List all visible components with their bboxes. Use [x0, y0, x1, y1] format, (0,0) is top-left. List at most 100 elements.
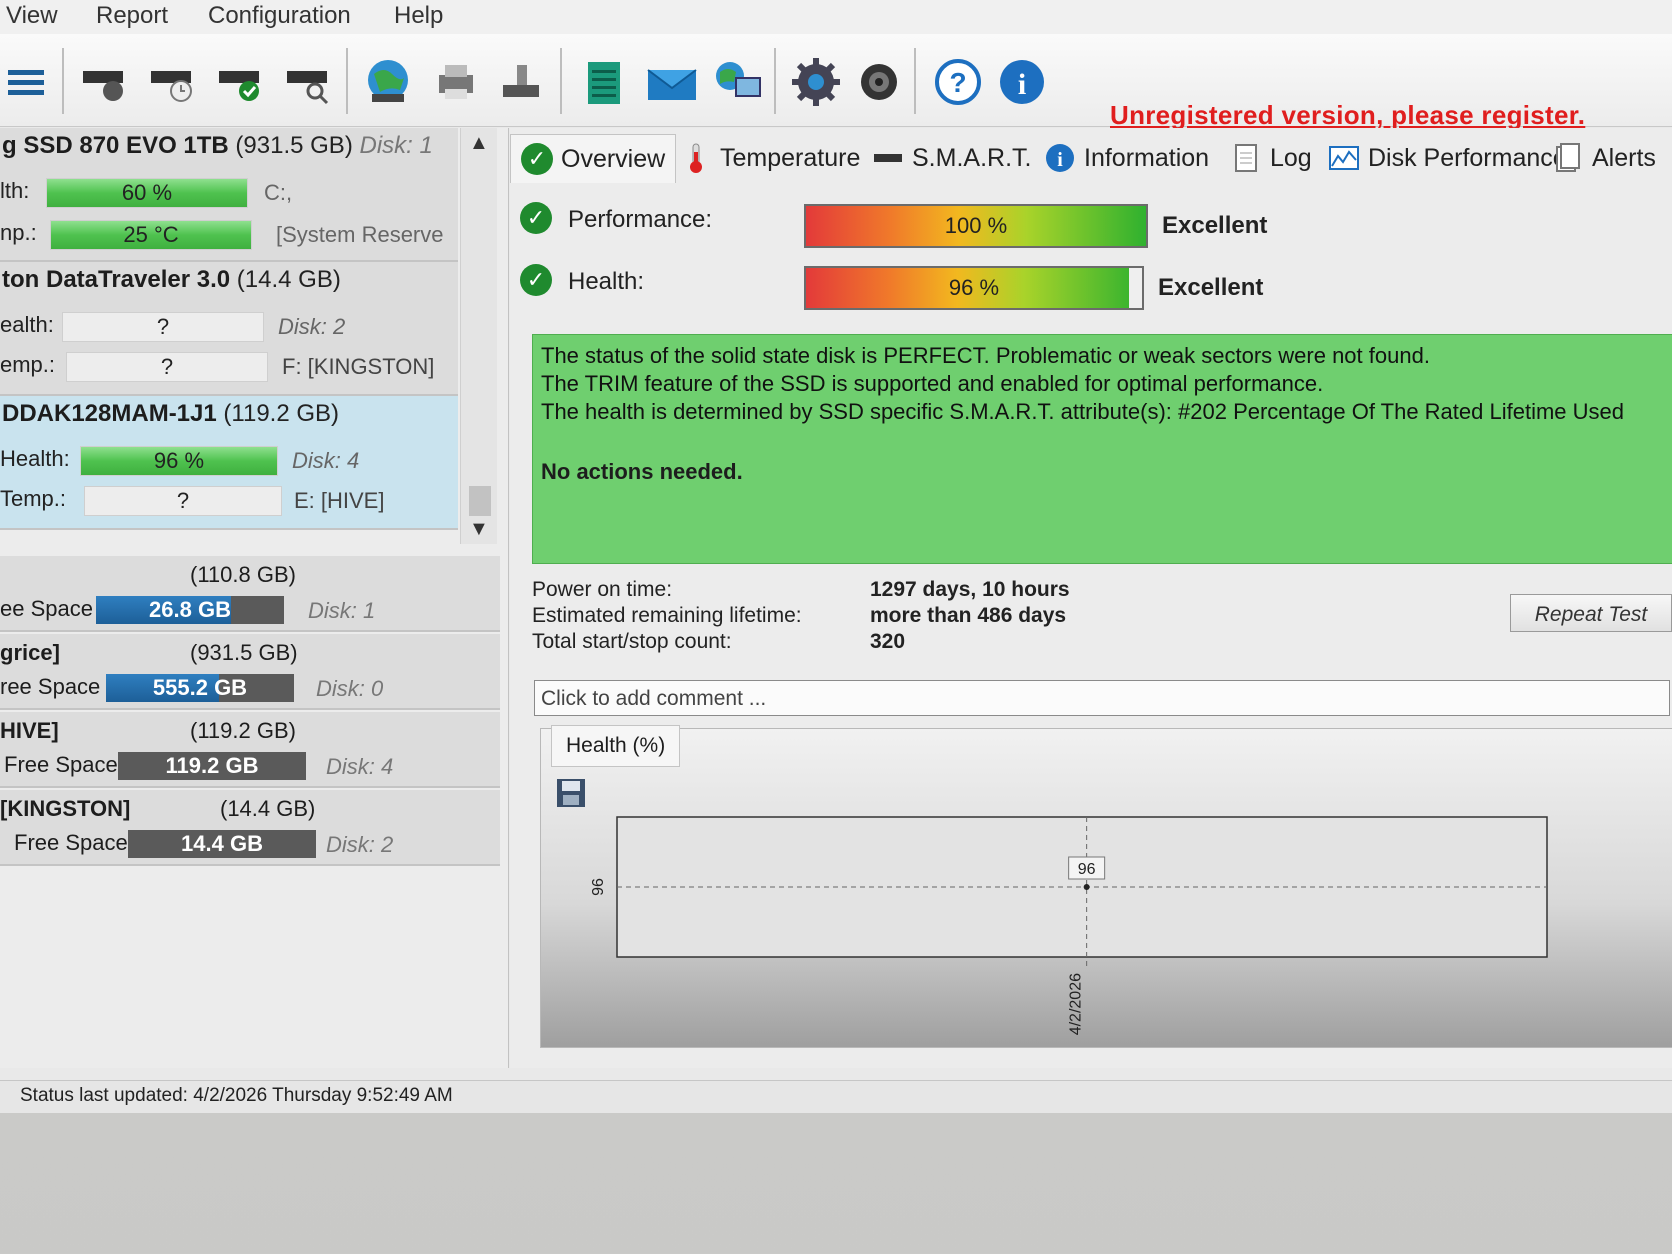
scroll-up-icon[interactable]: ▲ — [469, 132, 489, 155]
chart-data-label: 96 — [1078, 861, 1096, 878]
health-chart: 96 4/2/2026 96 — [590, 816, 1548, 1035]
tab-disk-performance[interactable]: Disk Performance — [1328, 134, 1567, 182]
disk-card[interactable]: ton DataTraveler 3.0 (14.4 GB) ealth: ? … — [0, 262, 458, 396]
statusbar: Status last updated: 4/2/2026 Thursday 9… — [0, 1080, 1672, 1113]
disk-card-selected[interactable]: DDAK128MAM-1J1 (119.2 GB) Health: 96 % D… — [0, 396, 458, 530]
gear-icon[interactable] — [788, 54, 844, 110]
comment-input[interactable]: Click to add comment ... — [534, 680, 1670, 716]
free-space-bar: 14.4 GB — [128, 830, 316, 858]
print-icon[interactable] — [428, 54, 484, 110]
health-bar: 60 % — [46, 178, 248, 208]
menubar: View Report Configuration Help — [0, 0, 1672, 34]
svg-text:?: ? — [949, 67, 966, 98]
lifetime-label: Estimated remaining lifetime: — [532, 604, 802, 627]
tab-smart[interactable]: S.M.A.R.T. — [872, 134, 1031, 182]
disk-export-icon[interactable] — [494, 54, 550, 110]
volume-card[interactable]: HIVE] (119.2 GB) Free Space 119.2 GB Dis… — [0, 712, 500, 788]
details-panel: ✓ Overview Temperature S.M.A.R.T. i Info — [510, 128, 1672, 1068]
disk-size: (931.5 GB) — [235, 132, 353, 159]
menu-configuration[interactable]: Configuration — [208, 2, 351, 30]
speaker-icon[interactable] — [852, 54, 908, 110]
register-link[interactable]: Unregistered version, please register. — [1110, 100, 1585, 131]
thermometer-icon — [680, 142, 712, 174]
alerts-document-icon — [1552, 142, 1584, 174]
volume-card[interactable]: [KINGSTON] (14.4 GB) Free Space 14.4 GB … — [0, 790, 500, 866]
tab-label: Temperature — [720, 143, 861, 172]
tab-label: S.M.A.R.T. — [912, 143, 1032, 172]
toolbar-separator — [62, 48, 64, 114]
tab-information[interactable]: i Information — [1044, 134, 1209, 182]
health-check-icon: ✓ — [520, 264, 552, 296]
health-bar-empty — [1128, 268, 1142, 308]
temperature-bar: ? — [84, 486, 282, 516]
status-line: The TRIM feature of the SSD is supported… — [541, 371, 1324, 396]
tab-label: Log — [1270, 143, 1312, 172]
temperature-bar: 25 °C — [50, 220, 252, 250]
lifetime-value: more than 486 days — [870, 604, 1067, 627]
menu-help[interactable]: Help — [394, 2, 443, 30]
disk-size: (119.2 GB) — [223, 400, 340, 427]
status-action: No actions needed. — [541, 459, 743, 484]
disk-title: ton DataTraveler 3.0 (14.4 GB) — [2, 266, 341, 294]
volume-card[interactable]: (110.8 GB) ee Space 26.8 GB Disk: 1 — [0, 556, 500, 632]
disk-volumes: C:, — [264, 180, 293, 205]
health-bar: 96 % — [80, 446, 278, 476]
volume-name: grice] — [0, 640, 60, 665]
performance-bar: 100 % — [804, 204, 1148, 248]
free-space-value: 119.2 GB — [165, 753, 259, 778]
free-space-label: Free Space — [4, 752, 118, 777]
disk-refresh-icon[interactable] — [76, 54, 132, 110]
disk-clock-icon[interactable] — [144, 54, 200, 110]
volume-name: [KINGSTON] — [0, 796, 131, 821]
tab-alerts[interactable]: Alerts — [1552, 134, 1656, 182]
health-label: Health: — [0, 446, 70, 471]
toolbar: ? i Unregistered version, please registe… — [0, 34, 1672, 130]
volume-disk: Disk: 0 — [316, 676, 384, 701]
startstop-value: 320 — [870, 630, 906, 653]
tab-label: Disk Performance — [1368, 143, 1567, 172]
chart-y-tick-label: 96 — [590, 878, 607, 896]
disk-name: ton DataTraveler 3.0 — [2, 266, 231, 293]
help-icon[interactable]: ? — [930, 54, 986, 110]
globe-icon[interactable] — [360, 54, 416, 110]
email-icon[interactable] — [644, 54, 700, 110]
health-rating: Excellent — [1158, 274, 1264, 301]
free-space-bar: 119.2 GB — [118, 752, 306, 780]
tab-bar: ✓ Overview Temperature S.M.A.R.T. i Info — [510, 128, 1672, 186]
temperature-label: emp.: — [0, 352, 56, 377]
repeat-test-button[interactable]: Repeat Test — [1510, 594, 1672, 632]
status-line: The status of the solid state disk is PE… — [541, 343, 1430, 368]
volume-size: (14.4 GB) — [220, 796, 316, 821]
disk-partition: F: [KINGSTON] — [282, 354, 435, 379]
toolbar-separator — [914, 48, 916, 114]
menu-view[interactable]: View — [6, 2, 58, 30]
scroll-thumb[interactable] — [469, 486, 491, 516]
free-space-bar: 555.2 GB — [106, 674, 294, 702]
list-icon[interactable] — [0, 54, 56, 110]
power-on-value: 1297 days, 10 hours — [870, 578, 1070, 601]
temperature-bar: ? — [66, 352, 268, 382]
disk-number: Disk: 1 — [359, 132, 433, 159]
tab-log[interactable]: Log — [1230, 134, 1312, 182]
volume-card[interactable]: grice] (931.5 GB) ree Space 555.2 GB Dis… — [0, 634, 500, 710]
disk-number: Disk: 4 — [292, 448, 360, 473]
free-space-value: 26.8 GB — [149, 597, 231, 622]
tab-overview[interactable]: ✓ Overview — [510, 134, 677, 183]
scroll-down-icon[interactable]: ▼ — [469, 518, 489, 541]
health-value: 96 % — [948, 275, 1000, 300]
svg-text:i: i — [1018, 68, 1026, 101]
disk-card[interactable]: g SSD 870 EVO 1TB (931.5 GB) Disk: 1 lth… — [0, 128, 458, 262]
notepad-icon[interactable] — [576, 54, 632, 110]
status-last-updated: Status last updated: 4/2/2026 Thursday 9… — [20, 1085, 453, 1106]
tab-temperature[interactable]: Temperature — [680, 134, 860, 182]
volume-name: HIVE] — [0, 718, 59, 743]
free-space-label: Free Space — [14, 830, 128, 855]
disk-check-icon[interactable] — [212, 54, 268, 110]
disk-number: Disk: 2 — [278, 314, 346, 339]
network-icon[interactable] — [710, 54, 766, 110]
menu-report[interactable]: Report — [96, 2, 168, 30]
disk-list-panel: g SSD 870 EVO 1TB (931.5 GB) Disk: 1 lth… — [0, 128, 509, 1068]
info-icon[interactable]: i — [994, 54, 1050, 110]
disk-list-scrollbar[interactable]: ▲ ▼ — [460, 128, 497, 544]
disk-search-icon[interactable] — [280, 54, 336, 110]
